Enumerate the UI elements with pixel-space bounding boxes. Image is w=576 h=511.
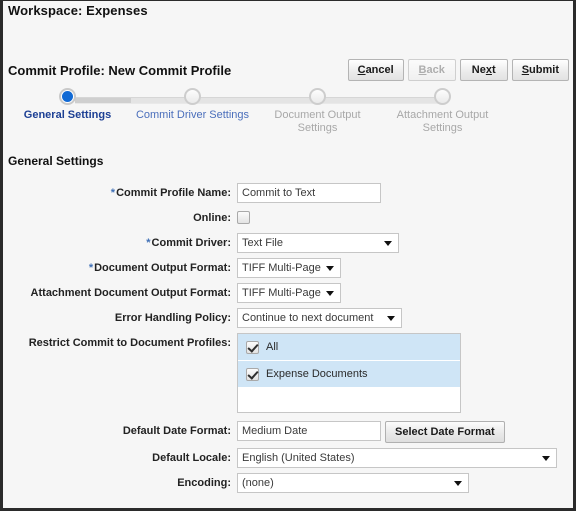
label-attachment-document-output-format: Attachment Document Output Format: bbox=[30, 287, 231, 299]
control-online bbox=[237, 208, 250, 227]
commit-driver-value: Text File bbox=[242, 237, 283, 249]
label-default-locale: Default Locale: bbox=[152, 452, 231, 464]
application-window: Workspace: Expenses Commit Profile: New … bbox=[0, 0, 576, 511]
submit-button-mnemonic: S bbox=[521, 64, 530, 76]
label-restrict-commit: Restrict Commit to Document Profiles: bbox=[28, 337, 231, 349]
wizard-stepper: General Settings Commit Driver Settings … bbox=[3, 87, 573, 147]
stepper-dot-1 bbox=[59, 88, 76, 105]
control-document-output-format: TIFF Multi-Page bbox=[237, 258, 341, 278]
stepper-label-1: General Settings bbox=[23, 109, 112, 121]
control-commit-profile-name bbox=[237, 183, 381, 203]
control-default-date-format: Select Date Format bbox=[237, 421, 505, 443]
field-row-default-date-format: Default Date Format: Select Date Format bbox=[3, 421, 573, 443]
submit-button-label: ubmit bbox=[529, 64, 559, 76]
restrict-commit-checkbox-all[interactable] bbox=[246, 340, 259, 354]
cancel-button-mnemonic: C bbox=[357, 64, 366, 76]
field-row-commit-driver: *Commit Driver: Text File bbox=[3, 233, 573, 253]
encoding-value: (none) bbox=[242, 477, 274, 489]
attachment-document-output-format-value: TIFF Multi-Page bbox=[242, 287, 321, 299]
list-item-label: Expense Documents bbox=[266, 368, 368, 380]
list-item-label: All bbox=[266, 341, 279, 353]
restrict-commit-listbox[interactable]: All Expense Documents bbox=[237, 333, 461, 413]
stepper-dot-4 bbox=[434, 88, 451, 105]
label-encoding: Encoding: bbox=[177, 477, 231, 489]
submit-button[interactable]: Submit bbox=[511, 59, 569, 81]
cancel-button[interactable]: Cancel bbox=[347, 59, 404, 81]
general-settings-form: *Commit Profile Name: Online: *Commit Dr… bbox=[3, 183, 573, 498]
control-encoding: (none) bbox=[237, 473, 469, 493]
field-row-default-locale: Default Locale: English (United States) bbox=[3, 448, 573, 468]
section-title: General Settings bbox=[8, 154, 104, 168]
stepper-dot-3 bbox=[309, 88, 326, 105]
stepper-dot-2 bbox=[184, 88, 201, 105]
list-item[interactable]: All bbox=[238, 334, 460, 361]
chevron-down-icon bbox=[326, 291, 334, 296]
required-marker-icon: * bbox=[146, 237, 151, 249]
chevron-down-icon bbox=[542, 456, 550, 461]
label-commit-driver: *Commit Driver: bbox=[3, 233, 237, 253]
label-online: Online: bbox=[193, 212, 231, 224]
error-handling-policy-select[interactable]: Continue to next document bbox=[237, 308, 402, 328]
stepper-label-3: Document Output Settings bbox=[274, 109, 361, 134]
label-error-handling-policy: Error Handling Policy: bbox=[114, 312, 231, 324]
control-restrict-commit: All Expense Documents bbox=[237, 333, 461, 413]
attachment-document-output-format-select[interactable]: TIFF Multi-Page bbox=[237, 283, 341, 303]
cancel-button-label: ancel bbox=[365, 64, 394, 76]
stepper-step-document-output-settings[interactable]: Document Output Settings bbox=[255, 87, 380, 135]
stepper-step-attachment-output-settings[interactable]: Attachment Output Settings bbox=[380, 87, 505, 135]
back-button[interactable]: Back bbox=[407, 59, 456, 81]
default-locale-select[interactable]: English (United States) bbox=[237, 448, 557, 468]
encoding-select[interactable]: (none) bbox=[237, 473, 469, 493]
page-title: Commit Profile: New Commit Profile bbox=[8, 63, 232, 78]
field-row-commit-profile-name: *Commit Profile Name: bbox=[3, 183, 573, 203]
document-output-format-value: TIFF Multi-Page bbox=[242, 262, 321, 274]
control-attachment-document-output-format: TIFF Multi-Page bbox=[237, 283, 341, 303]
select-date-format-button[interactable]: Select Date Format bbox=[385, 421, 505, 443]
workspace-title: Workspace: Expenses bbox=[8, 3, 148, 18]
label-document-output-format-text: Document Output Format: bbox=[94, 262, 231, 274]
control-commit-driver: Text File bbox=[237, 233, 399, 253]
field-row-encoding: Encoding: (none) bbox=[3, 473, 573, 493]
back-button-label: ack bbox=[426, 64, 445, 76]
next-button-label-a: Ne bbox=[471, 64, 486, 76]
default-locale-value: English (United States) bbox=[242, 452, 355, 464]
field-row-online: Online: bbox=[3, 208, 573, 228]
commit-driver-select[interactable]: Text File bbox=[237, 233, 399, 253]
stepper-step-general-settings[interactable]: General Settings bbox=[5, 87, 130, 122]
default-date-format-input[interactable] bbox=[237, 421, 381, 441]
page-body: Workspace: Expenses Commit Profile: New … bbox=[3, 1, 573, 508]
label-default-date-format: Default Date Format: bbox=[122, 425, 231, 437]
control-error-handling-policy: Continue to next document bbox=[237, 308, 402, 328]
chevron-down-icon bbox=[454, 481, 462, 486]
back-button-mnemonic: B bbox=[418, 64, 427, 76]
control-default-locale: English (United States) bbox=[237, 448, 557, 468]
label-document-output-format: *Document Output Format: bbox=[3, 258, 237, 278]
field-row-document-output-format: *Document Output Format: TIFF Multi-Page bbox=[3, 258, 573, 278]
field-row-error-handling-policy: Error Handling Policy: Continue to next … bbox=[3, 308, 573, 328]
field-row-restrict-commit: Restrict Commit to Document Profiles: Al… bbox=[3, 333, 573, 413]
wizard-button-bar: Cancel Back Next Submit bbox=[347, 59, 569, 81]
chevron-down-icon bbox=[384, 241, 392, 246]
next-button[interactable]: Next bbox=[459, 59, 508, 81]
label-commit-profile-name: *Commit Profile Name: bbox=[3, 183, 237, 203]
field-row-attachment-document-output-format: Attachment Document Output Format: TIFF … bbox=[3, 283, 573, 303]
chevron-down-icon bbox=[326, 266, 334, 271]
online-checkbox[interactable] bbox=[237, 211, 250, 224]
label-commit-driver-text: Commit Driver: bbox=[151, 237, 231, 249]
stepper-label-2: Commit Driver Settings bbox=[135, 109, 250, 121]
required-marker-icon: * bbox=[110, 187, 116, 199]
error-handling-policy-value: Continue to next document bbox=[242, 312, 374, 324]
stepper-step-commit-driver-settings[interactable]: Commit Driver Settings bbox=[130, 87, 255, 122]
restrict-commit-checkbox-expense-documents[interactable] bbox=[246, 367, 259, 381]
document-output-format-select[interactable]: TIFF Multi-Page bbox=[237, 258, 341, 278]
stepper-label-4: Attachment Output Settings bbox=[396, 109, 489, 134]
next-button-label-b: t bbox=[491, 64, 496, 76]
commit-profile-name-input[interactable] bbox=[237, 183, 381, 203]
required-marker-icon: * bbox=[88, 262, 94, 274]
label-commit-profile-name-text: Commit Profile Name: bbox=[116, 187, 231, 199]
chevron-down-icon bbox=[387, 316, 395, 321]
list-item[interactable]: Expense Documents bbox=[238, 361, 460, 388]
